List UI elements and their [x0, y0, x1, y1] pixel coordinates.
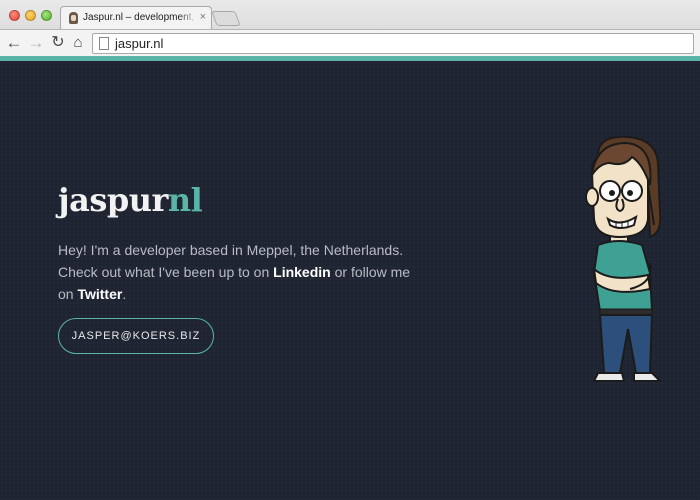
page-icon [99, 37, 109, 50]
favicon-icon [69, 12, 78, 24]
browser-toolbar: ← → ↻ ⌂ jaspur.nl [0, 29, 700, 56]
avatar-illustration [585, 135, 663, 382]
tab-strip: Jaspur.nl – development, M × [0, 0, 700, 29]
intro-text: Hey! I'm a developer based in Meppel, th… [58, 239, 428, 305]
window-close-button[interactable] [9, 10, 20, 21]
logo-text-accent: nl [167, 181, 203, 219]
new-tab-button[interactable] [211, 11, 241, 26]
window-minimize-button[interactable] [25, 10, 36, 21]
forward-arrow-icon[interactable]: → [26, 33, 46, 53]
tab-close-icon[interactable]: × [200, 11, 206, 23]
tab-title: Jaspur.nl – development, M [83, 12, 197, 23]
site-logo[interactable]: jaspurnl [58, 181, 203, 219]
home-icon[interactable]: ⌂ [68, 33, 88, 53]
logo-text-primary: jaspur [58, 181, 168, 219]
address-bar[interactable]: jaspur.nl [92, 33, 694, 54]
twitter-link[interactable]: Twitter [77, 286, 122, 302]
back-arrow-icon[interactable]: ← [4, 33, 24, 53]
url-text[interactable]: jaspur.nl [115, 36, 163, 51]
window-maximize-button[interactable] [41, 10, 52, 21]
page-content: jaspurnl Hey! I'm a developer based in M… [0, 61, 700, 500]
browser-chrome: Jaspur.nl – development, M × ← → ↻ ⌂ jas… [0, 0, 700, 56]
browser-tab[interactable]: Jaspur.nl – development, M × [60, 6, 212, 29]
reload-icon[interactable]: ↻ [48, 33, 68, 53]
email-button[interactable]: JASPER@KOERS.BIZ [58, 318, 214, 354]
intro-text-end: . [122, 286, 127, 302]
linkedin-link[interactable]: Linkedin [273, 264, 331, 280]
